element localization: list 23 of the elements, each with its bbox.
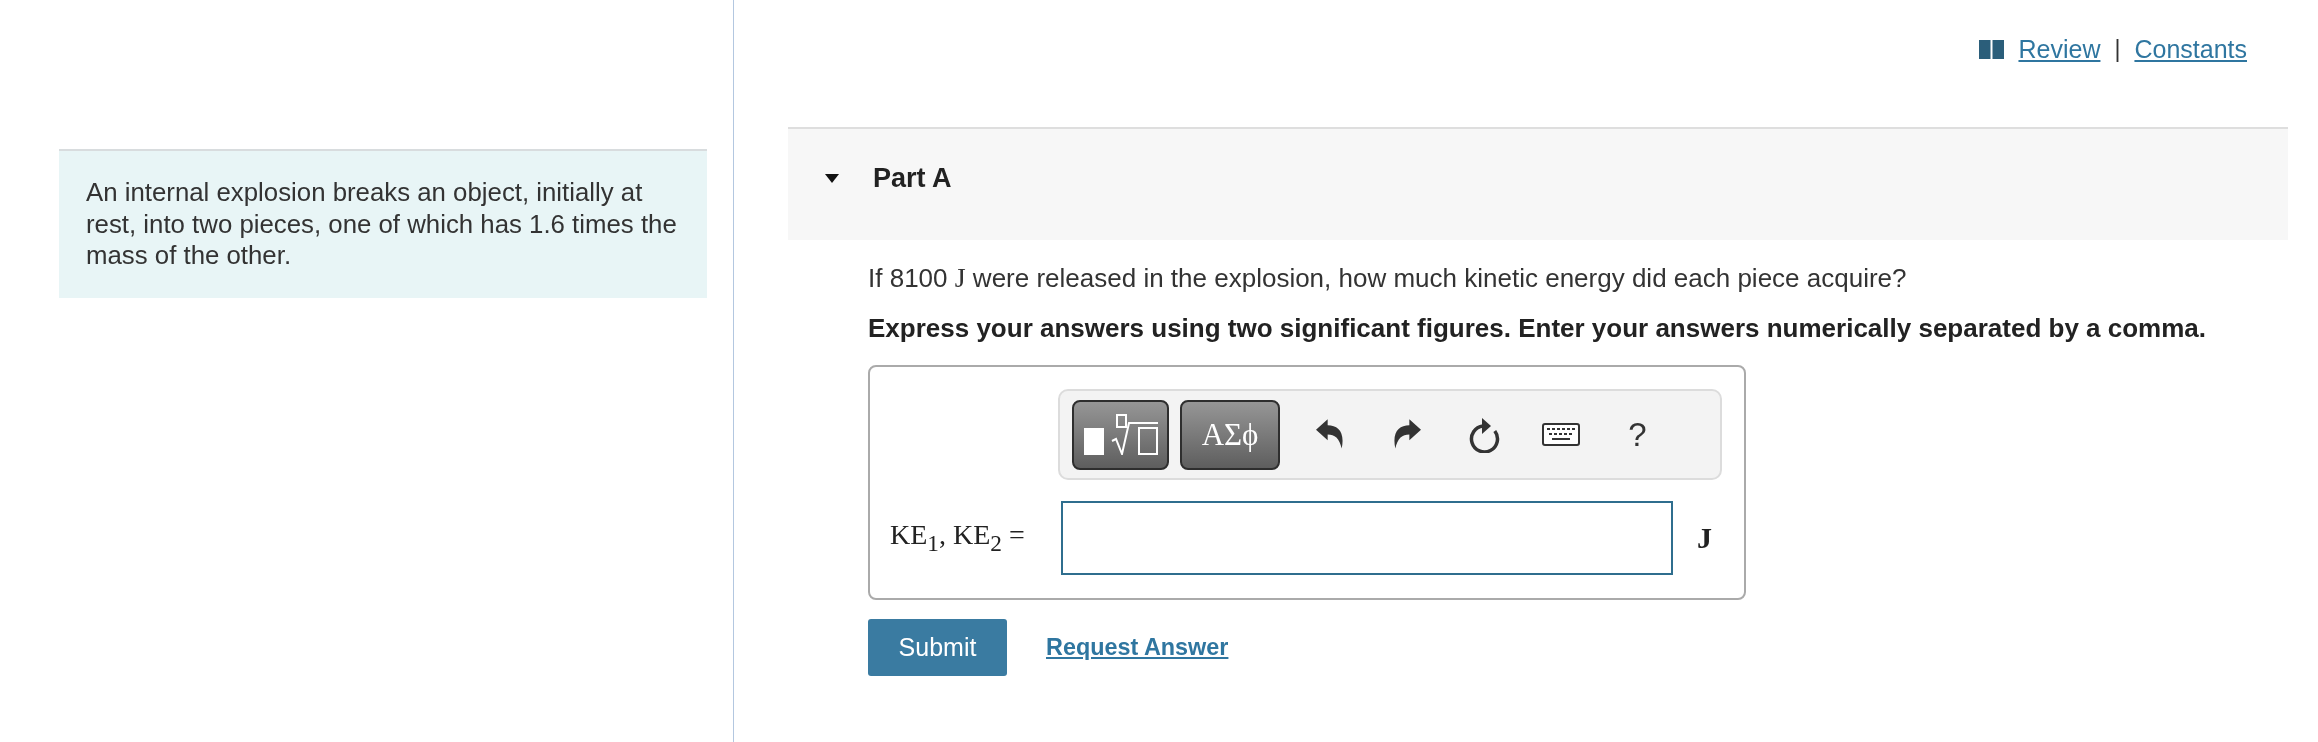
part-title: Part A [873,163,952,194]
link-separator: | [2114,35,2121,63]
radical-template-icon [1083,414,1158,455]
symbols-button[interactable]: ΑΣϕ [1180,399,1280,470]
review-link[interactable]: Review [1979,35,2101,63]
constants-link[interactable]: Constants [2134,35,2247,63]
redo-icon[interactable] [1392,419,1421,450]
help-button[interactable]: ? [1628,417,1647,452]
submit-button[interactable]: Submit [868,619,1007,676]
answer-field[interactable] [1061,501,1673,575]
caret-icon[interactable] [825,174,839,183]
question-text: If 8100 J were released in the explosion, how much kinetic energy did each piece acquire? [868,264,1908,292]
templates-button[interactable] [1072,399,1169,470]
undo-icon[interactable] [1315,419,1344,450]
part-header[interactable]: Part A [788,127,2288,240]
problem-statement: An internal explosion breaks an object, initially at rest, into two pieces, one of which has 1.6 times the mass of the other. [59,149,707,298]
answer-label: KE$_{1}$, KE$_{2}$ = [890,519,1026,557]
book-icon [1979,39,2005,59]
keyboard-icon[interactable] [1541,423,1580,446]
request-answer-link[interactable]: Request Answer [1046,634,1229,661]
reset-icon[interactable] [1467,416,1500,453]
instructions-text: Express your answers using two significant figures. Enter your answers numerically separated by a comma. [868,314,2207,342]
unit-label: J [1697,521,1712,555]
